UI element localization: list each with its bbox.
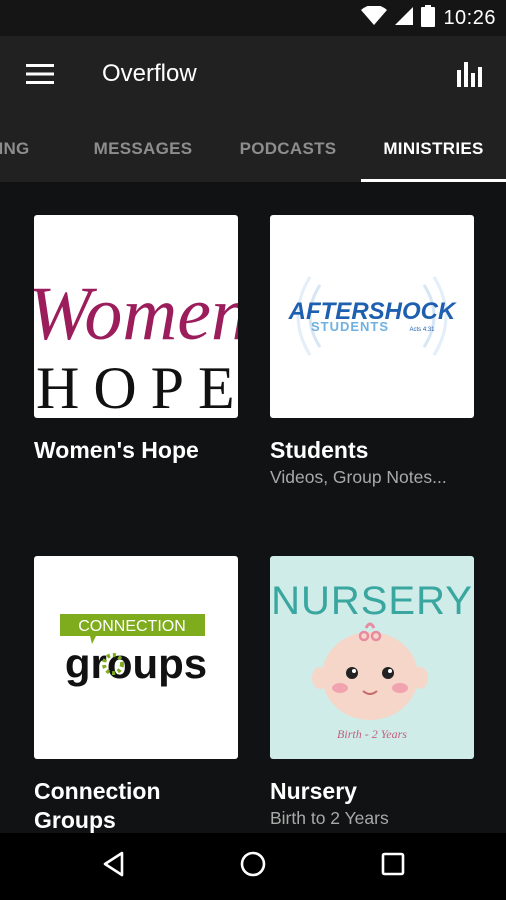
cell-signal-icon <box>395 6 414 31</box>
card-title: Students <box>270 437 369 463</box>
card-title: Women's Hope <box>34 437 199 463</box>
card-thumbnail: NURSERY Birth - 2 Years <box>270 556 474 759</box>
card-title: Nursery <box>270 778 357 804</box>
aftershock-students-text: STUDENTS <box>311 319 389 334</box>
recents-icon <box>381 852 405 881</box>
status-bar: 10:26 <box>0 0 506 36</box>
hamburger-menu-icon <box>26 63 54 90</box>
ministries-grid: Women HOPE Women's Hope AFTERSHOCK STUDE… <box>0 182 506 833</box>
tab-messages[interactable]: MESSAGES <box>72 116 214 182</box>
menu-button[interactable] <box>18 56 62 96</box>
card-thumbnail: CONNECTION groups <box>34 556 238 759</box>
card-title: Connection Groups <box>34 778 161 833</box>
status-time: 10:26 <box>443 6 496 29</box>
nursery-heading-text: NURSERY <box>271 579 473 623</box>
stats-button[interactable] <box>448 56 492 96</box>
card-thumbnail: AFTERSHOCK STUDENTS Acts 4:31 <box>270 215 474 418</box>
recents-button[interactable] <box>353 833 433 900</box>
battery-icon <box>421 4 436 32</box>
aftershock-ref-text: Acts 4:31 <box>409 327 435 333</box>
womens-hope-serif-text: HOPE <box>36 355 238 418</box>
nursery-caption-text: Birth - 2 Years <box>337 727 407 741</box>
tab-podcasts[interactable]: PODCASTS <box>216 116 360 182</box>
card-students[interactable]: AFTERSHOCK STUDENTS Acts 4:31 Students V… <box>270 215 474 488</box>
home-icon <box>239 850 267 883</box>
card-subtitle: Videos, Group Notes... <box>270 467 447 487</box>
home-button[interactable] <box>213 833 293 900</box>
card-nursery[interactable]: NURSERY Birth - 2 Years Nursery Birth to… <box>270 556 474 829</box>
connection-groups-text: groups <box>65 640 207 687</box>
card-subtitle: Birth to 2 Years <box>270 808 389 828</box>
bar-chart-icon <box>455 59 485 94</box>
wifi-icon <box>361 4 388 31</box>
system-nav-bar <box>0 833 506 900</box>
card-thumbnail: Women HOPE <box>34 215 238 418</box>
card-womens-hope[interactable]: Women HOPE Women's Hope <box>34 215 238 467</box>
connection-banner-text: CONNECTION <box>78 618 186 635</box>
back-button[interactable] <box>74 833 154 900</box>
tab-ministries[interactable]: MINISTRIES <box>361 116 506 182</box>
tab-partial[interactable]: ING <box>0 116 44 182</box>
back-icon <box>101 851 127 882</box>
tab-bar: ING MESSAGES PODCASTS MINISTRIES <box>0 116 506 182</box>
womens-hope-script-text: Women <box>34 272 238 356</box>
app-bar: Overflow <box>0 36 506 116</box>
page-title: Overflow <box>102 60 197 87</box>
card-connection-groups[interactable]: CONNECTION groups Connection Groups <box>34 556 238 833</box>
